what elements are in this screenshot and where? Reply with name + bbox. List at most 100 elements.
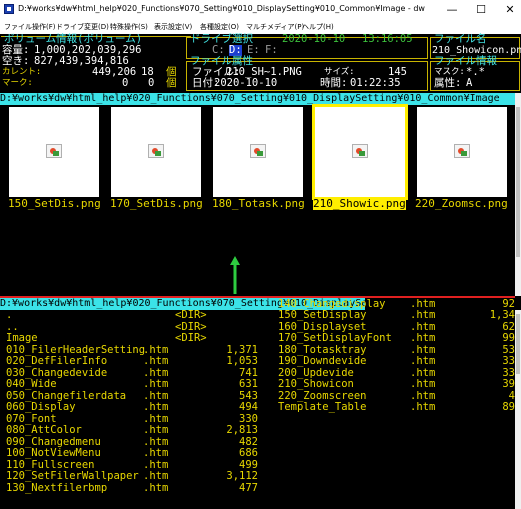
image-icon — [454, 144, 470, 158]
file-size: 1,34 — [489, 309, 515, 321]
thumbnail-caption: 150_SetDis.png — [8, 197, 101, 210]
menu-file[interactable]: ファイル操作(F) — [4, 22, 56, 32]
thumbnail-item[interactable] — [111, 107, 201, 197]
current-size: 449,206 — [92, 66, 137, 78]
file-name-header: ファイル名 — [434, 33, 487, 45]
scrollbar-thumb[interactable] — [516, 314, 520, 374]
file-size: 686 — [239, 447, 258, 459]
file-size: 477 — [239, 481, 258, 494]
close-button[interactable]: ✕ — [495, 0, 521, 19]
thumbnail-caption: 180_Totask.png — [212, 197, 305, 210]
list-item[interactable]: Template_Table .htm 89 — [276, 401, 515, 414]
file-name: 020_DefFilerInfo — [6, 355, 108, 367]
time-label: 時間: — [320, 77, 348, 89]
window-title: D:¥works¥dw¥html_help¥020_Functions¥070_… — [18, 4, 425, 13]
menu-view[interactable]: 表示設定(V) — [154, 22, 192, 32]
minimize-button[interactable]: — — [437, 0, 467, 19]
file-name: 080_AttColor — [6, 424, 82, 436]
app-icon — [4, 4, 14, 14]
list-item[interactable]: 100_NotViewMenu .htm 686 — [0, 447, 266, 460]
file-ext: .htm — [410, 378, 436, 390]
mark-label: マーク: — [2, 78, 33, 88]
list-item[interactable]: 020_DefFilerInfo .htm 1,053 — [0, 355, 266, 368]
drive-time: 13:16:05 — [362, 33, 413, 45]
list-item[interactable]: 130_Nextfilerbmp .htm 477 — [0, 481, 266, 495]
file-name: 120_SetFilerWallpaper — [6, 470, 139, 482]
mark-count: 0 — [148, 77, 155, 89]
file-ext: .htm — [410, 355, 436, 367]
menu-settings[interactable]: 各種設定(O) — [200, 22, 239, 32]
attr-label: 属性: — [434, 77, 462, 89]
list-item[interactable]: 060_Display .htm 494 — [0, 401, 266, 414]
drive-date: 2020-10-10 — [282, 33, 346, 45]
thumbnail-caption: 220_Zoomsc.png — [415, 197, 508, 210]
file-ext: .htm — [143, 378, 169, 390]
image-icon — [352, 144, 368, 158]
file-ext: .htm — [143, 424, 169, 436]
thumbnail-caption: 170_SetDis.png — [110, 197, 203, 210]
time-value: 01:22:35 — [350, 77, 401, 89]
file-size: 33 — [502, 355, 515, 367]
list-item[interactable]: 150_SetDisplay .htm 1,34 — [276, 309, 515, 322]
list-item[interactable]: 120_SetFilerWallpaper .htm 3,112 — [0, 470, 266, 483]
file-name: 170_SetDisplayFont — [278, 332, 392, 344]
file-ext: .htm — [410, 309, 436, 321]
file-name: 130_Nextfilerbmp — [6, 481, 108, 494]
file-name: 060_Display — [6, 401, 76, 413]
info-panel: ボリューム情報(ボリューム) 容量: 1,000,202,039,296 空き:… — [0, 34, 521, 92]
thumbnail-scrollbar[interactable] — [515, 93, 521, 296]
list-item[interactable]: 170_SetDisplayFont .htm 99 — [276, 332, 515, 345]
file-ext: .htm — [410, 401, 436, 413]
file-list: . <DIR> .. <DIR> Image <DIR> 010_FilerHeade… — [0, 298, 515, 509]
file-name: 040_Wide — [6, 378, 57, 390]
image-icon — [46, 144, 62, 158]
file-name: Template_Table — [278, 401, 367, 413]
thumbnail-caption-selected: 210_Showic.png — [313, 197, 406, 210]
image-icon — [250, 144, 266, 158]
file-ext: .htm — [143, 470, 169, 482]
up-arrow-icon — [230, 256, 240, 294]
menu-drive[interactable]: ドライブ変更(D) — [56, 22, 109, 32]
list-item[interactable]: 210_Showicon .htm 39 — [276, 378, 515, 391]
file-size: 2,813 — [226, 424, 258, 436]
file-name: 190_Downdevide — [278, 355, 367, 367]
title-bar[interactable]: D:¥works¥dw¥html_help¥020_Functions¥070_… — [0, 0, 521, 19]
image-icon — [148, 144, 164, 158]
menu-help[interactable]: ヘルプ(H) — [302, 22, 334, 32]
free-label: 空き: — [2, 55, 30, 67]
menu-multimedia[interactable]: マルチメディア(P) — [246, 22, 304, 32]
drive-f[interactable]: F: — [265, 45, 278, 56]
file-size: 3,112 — [226, 470, 258, 482]
mark-count-unit: 個 — [166, 77, 177, 89]
file-ext: .htm — [143, 401, 169, 413]
list-item[interactable]: 190_Downdevide .htm 33 — [276, 355, 515, 368]
list-item[interactable]: 080_AttColor .htm 2,813 — [0, 424, 266, 437]
file-name: 210_Showicon — [278, 378, 354, 390]
file-ext: .htm — [143, 447, 169, 459]
attr-value: A — [466, 77, 473, 89]
file-ext: .htm — [143, 481, 169, 494]
mark-size: 0 — [122, 77, 129, 89]
app-window: D:¥works¥dw¥html_help¥020_Functions¥070_… — [0, 0, 521, 509]
current-label: カレント: — [2, 67, 42, 77]
thumbnail-pane: 150_SetDis.png 170_SetDis.png 180_Totask… — [0, 104, 515, 294]
path-bar-top[interactable]: D:¥works¥dw¥html_help¥020_Functions¥070_… — [0, 93, 515, 105]
file-size: 1,053 — [226, 355, 258, 367]
list-scrollbar[interactable] — [515, 310, 521, 509]
menu-special[interactable]: 特殊操作(S) — [110, 22, 148, 32]
file-ext: .htm — [410, 332, 436, 344]
list-item[interactable]: 040_Wide .htm 631 — [0, 378, 266, 391]
file-size: 39 — [502, 378, 515, 390]
file-name: 100_NotViewMenu — [6, 447, 101, 459]
thumbnail-item-selected[interactable] — [312, 104, 408, 200]
date-value: 2020-10-10 — [214, 77, 278, 89]
thumbnail-item[interactable] — [213, 107, 303, 197]
scrollbar-thumb[interactable] — [516, 107, 520, 257]
file-size: 494 — [239, 401, 258, 413]
file-size: 89 — [502, 401, 515, 413]
thumbnail-item[interactable] — [9, 107, 99, 197]
file-name: 150_SetDisplay — [278, 309, 367, 321]
thumbnail-item[interactable] — [417, 107, 507, 197]
maximize-button[interactable]: ☐ — [466, 0, 496, 19]
file-size: 631 — [239, 378, 258, 390]
